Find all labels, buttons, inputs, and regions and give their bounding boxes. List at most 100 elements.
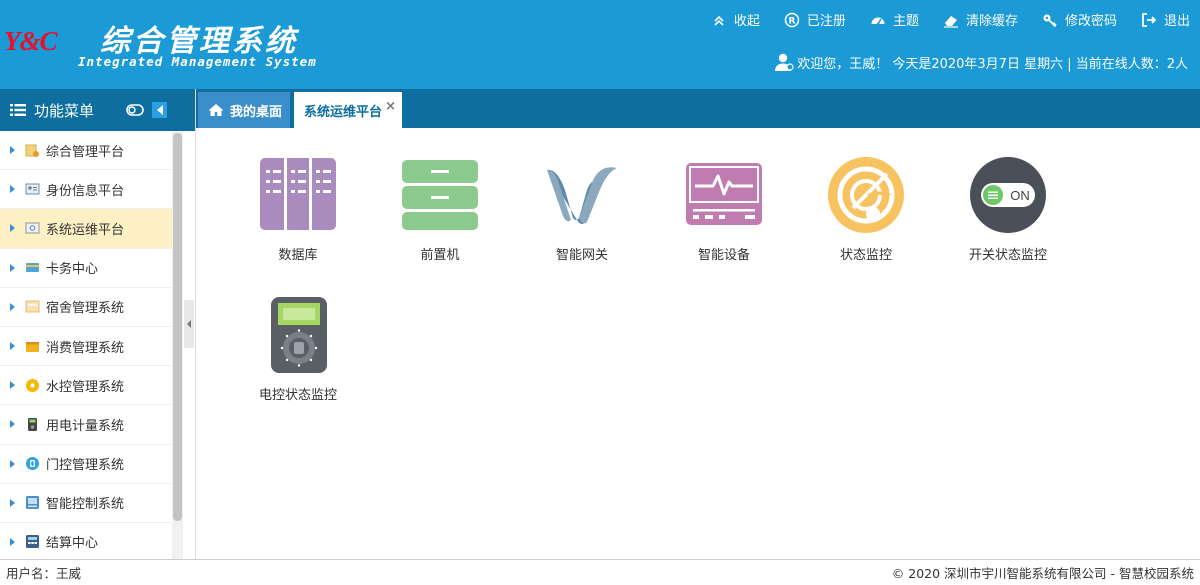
app-smart-device[interactable]: 智能设备 — [664, 156, 784, 263]
app-label: 智能网关 — [555, 248, 608, 263]
sidebar-item-label: 身份信息平台 — [46, 183, 125, 199]
caret-right-icon — [10, 302, 15, 311]
caret-right-icon — [10, 459, 15, 468]
sidebar-menu: 综合管理平台 身份信息平台 系统运维平台 卡务中心 宿舍管理系统 消费管理系统 — [0, 131, 172, 559]
sidebar-item-label: 结算中心 — [46, 536, 99, 552]
status-bar: 用户名：王威 © 2020 深圳市宇川智能系统有限公司 - 智慧校园系统 — [0, 559, 1200, 585]
sidebar-item-label: 卡务中心 — [46, 262, 99, 278]
theme-button[interactable]: 主题 — [870, 10, 919, 29]
caret-right-icon — [10, 381, 15, 390]
tab-label: 我的桌面 — [230, 104, 283, 120]
logout-button[interactable]: 退出 — [1141, 10, 1190, 29]
sidebar-item-label: 智能控制系统 — [46, 497, 125, 513]
sidebar-item-water-control[interactable]: 水控管理系统 — [0, 366, 172, 406]
sidebar-item-identity[interactable]: 身份信息平台 — [0, 170, 172, 210]
theme-label: 主题 — [892, 14, 919, 29]
sidebar-item-dormitory[interactable]: 宿舍管理系统 — [0, 288, 172, 327]
caret-right-icon — [10, 146, 15, 155]
card-icon — [25, 260, 40, 275]
sidebar-header: 功能菜单 — [0, 89, 195, 131]
server-icon — [401, 156, 479, 234]
logo-mark: Y&C — [4, 26, 58, 56]
welcome-bar: 欢迎您，王威！ 今天是2020年3月7日 星期六 | 当前在线人数：2人 — [774, 52, 1188, 72]
change-password-button[interactable]: 修改密码 — [1042, 10, 1117, 29]
collapse-label: 收起 — [733, 14, 760, 29]
app-label: 状态监控 — [839, 248, 892, 263]
radar-icon — [827, 156, 905, 234]
app-label: 电控状态监控 — [258, 388, 337, 403]
close-icon[interactable]: × — [385, 99, 396, 114]
app-front-end-processor[interactable]: 前置机 — [380, 156, 500, 263]
dormitory-icon — [25, 299, 40, 314]
caret-right-icon — [10, 420, 15, 429]
caret-right-icon — [10, 263, 15, 272]
multimeter-icon — [259, 296, 337, 374]
monitor-pulse-icon — [685, 156, 763, 234]
caret-right-icon — [10, 224, 15, 233]
footer-copyright: © 2020 深圳市宇川智能系统有限公司 - 智慧校园系统 — [891, 566, 1194, 581]
key-icon — [1043, 14, 1057, 27]
sidebar-item-label: 系统运维平台 — [46, 222, 125, 238]
sidebar-splitter[interactable] — [184, 300, 194, 348]
caret-right-icon — [10, 185, 15, 194]
svg-text:R: R — [788, 16, 795, 26]
logout-label: 退出 — [1163, 14, 1190, 29]
app-smart-gateway[interactable]: 智能网关 — [522, 156, 642, 263]
sidebar-item-maintenance[interactable]: 系统运维平台 — [0, 209, 172, 249]
sidebar-item-door-control[interactable]: 门控管理系统 — [0, 445, 172, 484]
registered-label: 已注册 — [806, 14, 846, 29]
sidebar: 功能菜单 综合管理平台 身份信息平台 系统运维平台 卡务中心 宿舍管理系统 消费… — [0, 89, 196, 559]
toggle-icon[interactable] — [126, 104, 144, 116]
clear-cache-button[interactable]: 清除缓存 — [943, 10, 1018, 29]
sidebar-item-settlement[interactable]: 结算中心 — [0, 523, 172, 559]
home-icon — [208, 104, 224, 116]
sidebar-item-label: 用电计量系统 — [46, 418, 125, 434]
water-icon — [25, 378, 40, 393]
sidebar-item-integrated-management[interactable]: 综合管理平台 — [0, 131, 172, 171]
registered-icon: R — [784, 12, 800, 27]
app-label: 前置机 — [420, 248, 460, 263]
list-icon — [10, 104, 26, 116]
smart-control-icon — [25, 495, 40, 510]
sidebar-item-label: 水控管理系统 — [46, 379, 125, 395]
sidebar-item-electric-meter[interactable]: 用电计量系统 — [0, 405, 172, 445]
app-status-monitor[interactable]: 状态监控 — [806, 156, 926, 263]
app-electric-control-monitor[interactable]: 电控状态监控 — [238, 296, 358, 403]
folder-settings-icon — [25, 143, 40, 158]
door-control-icon — [25, 456, 40, 471]
sidebar-item-label: 门控管理系统 — [46, 458, 125, 474]
maintenance-icon — [25, 221, 40, 236]
clear-cache-label: 清除缓存 — [965, 14, 1018, 29]
tab-bar: 我的桌面 系统运维平台 × — [196, 89, 1200, 128]
sidebar-item-label: 宿舍管理系统 — [46, 301, 125, 317]
toggle-on-text: ON — [1010, 188, 1030, 203]
database-icon — [259, 156, 337, 234]
scrollbar-thumb[interactable] — [173, 133, 182, 521]
sidebar-item-card-center[interactable]: 卡务中心 — [0, 249, 172, 288]
sidebar-scrollbar[interactable] — [172, 131, 183, 559]
tab-my-desktop[interactable]: 我的桌面 — [198, 92, 290, 128]
toggle-switch-icon: ON — [969, 156, 1047, 234]
app-switch-status-monitor[interactable]: ON 开关状态监控 — [948, 156, 1068, 263]
sidebar-item-label: 综合管理平台 — [46, 144, 125, 160]
registered-button[interactable]: R 已注册 — [784, 10, 846, 29]
tab-label: 系统运维平台 — [304, 104, 383, 120]
user-icon — [775, 53, 794, 71]
welcome-text: 欢迎您，王威！ 今天是2020年3月7日 星期六 | 当前在线人数：2人 — [797, 56, 1188, 72]
sidebar-item-smart-control[interactable]: 智能控制系统 — [0, 484, 172, 523]
app-label: 开关状态监控 — [968, 248, 1047, 263]
footer-user: 用户名：王威 — [6, 566, 82, 581]
sidebar-item-consumption[interactable]: 消费管理系统 — [0, 327, 172, 367]
tab-maintenance-platform[interactable]: 系统运维平台 × — [294, 92, 402, 128]
app-header: Y&C 综合管理系统 Integrated Management System … — [0, 0, 1200, 89]
gateway-icon — [543, 156, 621, 234]
app-database[interactable]: 数据库 — [238, 156, 358, 263]
collapse-button[interactable]: 收起 — [711, 10, 760, 29]
caret-left-icon — [187, 320, 191, 328]
app-label: 智能设备 — [697, 248, 750, 263]
caret-right-icon — [10, 498, 15, 507]
sidebar-item-label: 消费管理系统 — [46, 340, 125, 356]
eraser-icon — [943, 15, 958, 28]
electric-meter-icon — [25, 417, 40, 432]
collapse-sidebar-button[interactable] — [152, 102, 167, 118]
